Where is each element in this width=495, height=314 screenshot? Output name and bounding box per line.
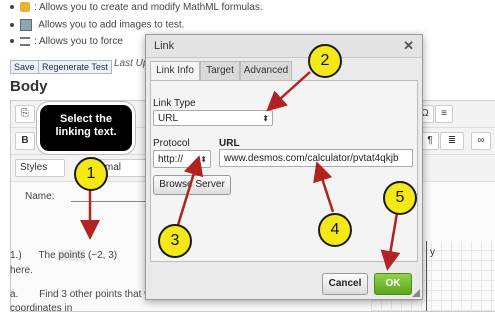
annotation-arrows — [80, 71, 401, 271]
arrow-3 — [176, 155, 204, 226]
step-marker-1: 1 — [74, 157, 108, 191]
arrow-4 — [313, 161, 335, 213]
arrow-5 — [380, 212, 401, 271]
arrow-2 — [266, 71, 311, 112]
step-marker-2: 2 — [308, 44, 342, 78]
step-marker-4: 4 — [318, 213, 352, 247]
step-marker-5: 5 — [383, 181, 417, 215]
step-marker-3: 3 — [158, 224, 192, 258]
